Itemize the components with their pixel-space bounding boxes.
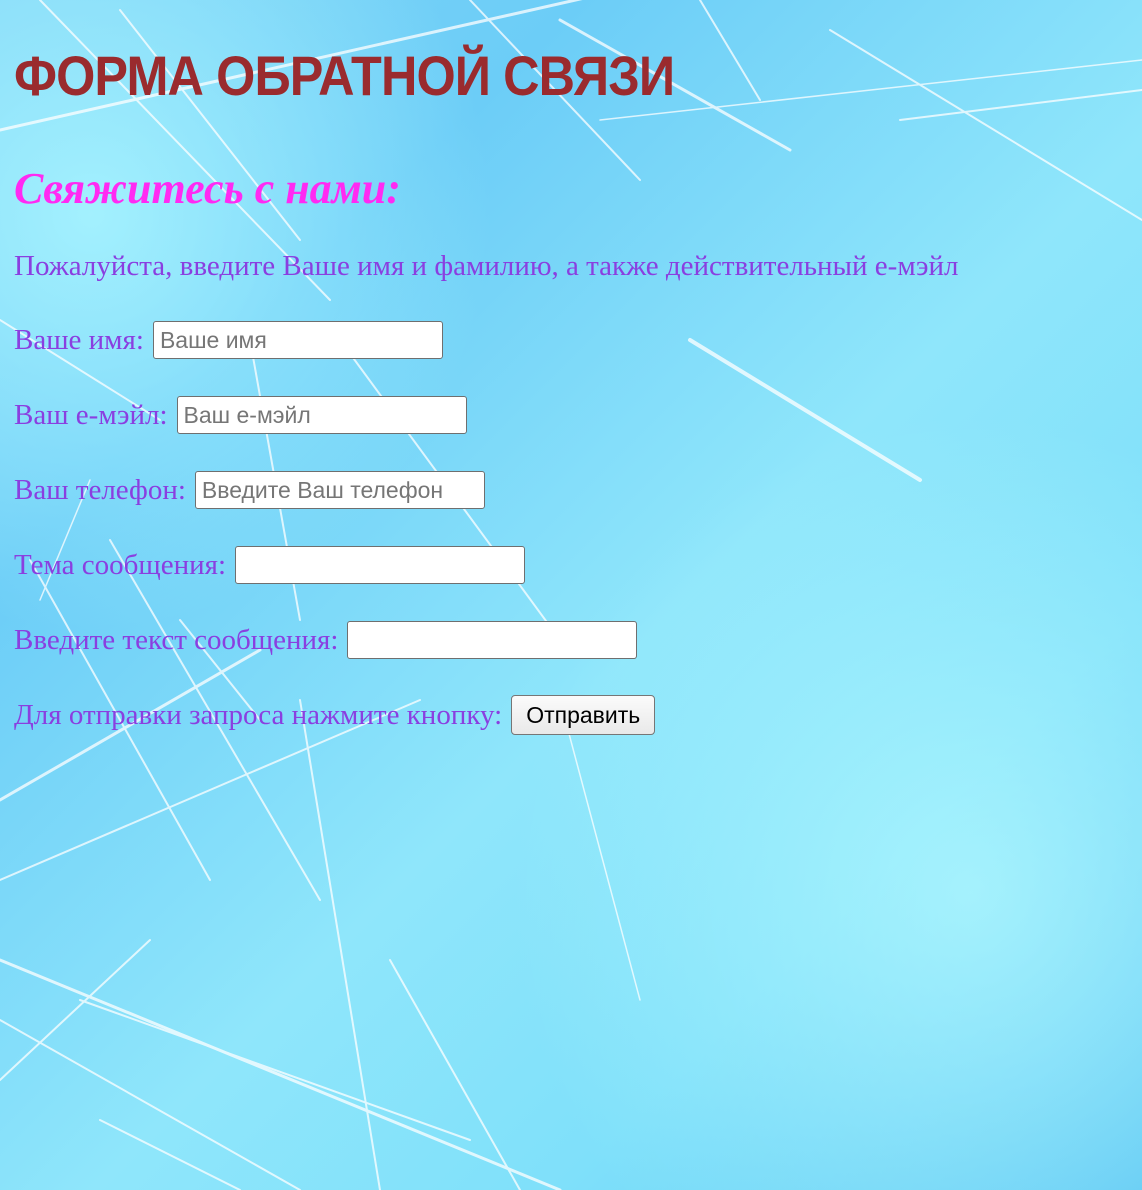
send-button[interactable]: Отправить bbox=[511, 695, 656, 735]
subject-label: Тема сообщения: bbox=[14, 548, 227, 581]
email-input[interactable] bbox=[176, 396, 467, 434]
intro-text: Пожалуйста, введите Ваше имя и фамилию, … bbox=[14, 250, 959, 282]
message-row: Введите текст сообщения: bbox=[14, 618, 1142, 662]
phone-input[interactable] bbox=[194, 471, 485, 509]
phone-row: Ваш телефон: bbox=[14, 468, 1142, 512]
email-row: Ваш е-мэйл: bbox=[14, 393, 1142, 437]
submit-row: Для отправки запроса нажмите кнопку: Отп… bbox=[14, 693, 1142, 737]
name-input[interactable] bbox=[152, 321, 443, 359]
message-label: Введите текст сообщения: bbox=[14, 623, 339, 656]
feedback-page: ФОРМА ОБРАТНОЙ СВЯЗИ Свяжитесь с нами: П… bbox=[0, 0, 1142, 737]
name-label: Ваше имя: bbox=[14, 323, 144, 356]
submit-label: Для отправки запроса нажмите кнопку: bbox=[14, 698, 503, 731]
phone-label: Ваш телефон: bbox=[14, 473, 186, 506]
subject-row: Тема сообщения: bbox=[14, 543, 1142, 587]
email-label: Ваш е-мэйл: bbox=[14, 398, 168, 431]
name-row: Ваше имя: bbox=[14, 318, 1142, 362]
page-title: ФОРМА ОБРАТНОЙ СВЯЗИ bbox=[14, 44, 675, 107]
subject-input[interactable] bbox=[235, 546, 526, 584]
message-input[interactable] bbox=[347, 621, 638, 659]
feedback-form: Ваше имя: Ваш е-мэйл: Ваш телефон: Тема … bbox=[14, 318, 1142, 737]
page-subtitle: Свяжитесь с нами: bbox=[14, 164, 401, 213]
